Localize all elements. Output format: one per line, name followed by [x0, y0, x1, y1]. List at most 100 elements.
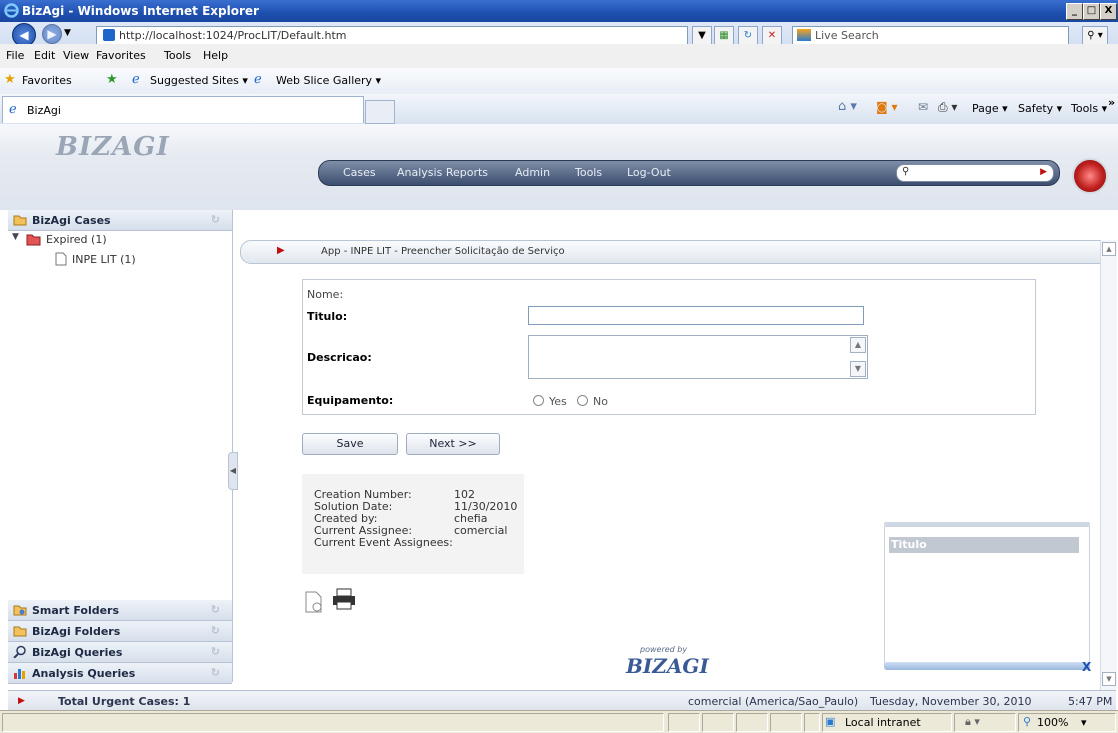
maximize-button[interactable]: □ [1083, 3, 1100, 20]
power-icon[interactable] [1072, 158, 1108, 194]
nome-label: Nome: [307, 288, 344, 301]
menu-file[interactable]: File [6, 49, 24, 62]
add-favorite-icon[interactable]: ★ [106, 72, 118, 87]
ie-icon: ℯ [132, 72, 140, 87]
menu-tools[interactable]: Tools [164, 49, 191, 62]
bizagi-queries-header[interactable]: BizAgi Queries ↻ [8, 642, 232, 663]
menu-favorites[interactable]: Favorites [96, 49, 146, 62]
feeds-icon[interactable]: ◙ ▾ [876, 100, 897, 114]
search-go-icon[interactable]: ▶ [1040, 167, 1047, 177]
close-button[interactable]: X [1100, 3, 1117, 20]
live-search-input[interactable]: Live Search [792, 26, 1069, 46]
menu-bar: File Edit View Favorites Tools Help [0, 44, 1118, 69]
view-document-icon[interactable] [304, 590, 324, 614]
menu-admin[interactable]: Admin [515, 166, 550, 179]
refresh-icon[interactable]: ↻ [211, 624, 220, 637]
menu-analysis-reports[interactable]: Analysis Reports [397, 166, 488, 179]
home-icon[interactable]: ⌂ ▾ [838, 99, 857, 114]
intranet-icon: ▣ [825, 715, 836, 728]
address-dropdown-icon[interactable]: ▼ [692, 26, 712, 46]
web-slice-gallery-link[interactable]: Web Slice Gallery ▾ [276, 74, 381, 87]
refresh-icon[interactable]: ↻ [211, 603, 220, 616]
refresh-icon[interactable]: ↻ [211, 666, 220, 679]
refresh-icon[interactable]: ↻ [738, 26, 758, 46]
smart-folder-icon [13, 605, 27, 616]
zone-label: Local intranet [845, 716, 921, 729]
safety-menu[interactable]: Safety ▾ [1018, 102, 1062, 115]
search-icon: ⚲ [902, 166, 910, 177]
favorites-button[interactable]: Favorites [22, 74, 72, 87]
ie-logo-icon [4, 3, 19, 18]
favorites-star-icon: ★ [4, 72, 16, 87]
menu-edit[interactable]: Edit [34, 49, 55, 62]
page-icon [103, 29, 115, 41]
protected-mode-cell[interactable]: 🔒︎ ▾ [954, 713, 1016, 732]
save-button[interactable]: Save [302, 433, 398, 455]
printer-icon[interactable] [332, 588, 356, 610]
scroll-up-icon[interactable]: ▲ [1102, 242, 1116, 256]
zone-cell[interactable]: ▣ Local intranet [822, 713, 952, 732]
breadcrumb-arrow-icon: ▶ [277, 245, 285, 256]
history-dropdown-icon[interactable]: ▼ [64, 28, 71, 38]
smart-folders-header[interactable]: Smart Folders ↻ [8, 600, 232, 621]
mail-icon[interactable]: ✉ [918, 100, 928, 114]
powered-by-text: powered by [640, 645, 688, 654]
breadcrumb: ▶ App - INPE LIT - Preencher Solicitação… [240, 240, 1114, 264]
minimize-button[interactable]: _ [1066, 3, 1083, 20]
scroll-up-icon[interactable]: ▲ [850, 337, 866, 353]
content-scrollbar[interactable]: ▲ ▼ [1100, 240, 1117, 690]
bizagi-search-input[interactable]: ⚲ ▶ [896, 164, 1054, 182]
menu-cases[interactable]: Cases [343, 166, 376, 179]
compatibility-icon[interactable]: ▦ [714, 26, 734, 46]
analysis-queries-header[interactable]: Analysis Queries ↻ [8, 663, 232, 684]
bar-chart-icon [14, 669, 25, 679]
collapse-panel-handle[interactable]: ◀ [228, 452, 238, 490]
search-button[interactable]: ⚲ ▾ [1082, 26, 1108, 46]
menu-log-out[interactable]: Log-Out [627, 166, 671, 179]
titulo-input[interactable] [528, 306, 864, 325]
bizagi-logo: BIZAGI [56, 132, 170, 162]
total-urgent-cases[interactable]: Total Urgent Cases: 1 [58, 695, 190, 708]
case-info-panel: Creation Number: 102 Solution Date: 11/3… [302, 474, 524, 574]
scroll-down-icon[interactable]: ▼ [1102, 672, 1116, 686]
zoom-cell[interactable]: ⚲ 100% ▾ [1018, 713, 1116, 732]
print-icon[interactable]: ⎙ ▾ [938, 100, 957, 115]
titulo-label: Titulo: [307, 310, 348, 323]
current-event-assignees-label: Current Event Assignees: [314, 536, 453, 549]
page-menu[interactable]: Page ▾ [972, 102, 1008, 115]
refresh-icon[interactable]: ↻ [211, 213, 220, 226]
scroll-down-icon[interactable]: ▼ [850, 361, 866, 377]
menu-help[interactable]: Help [203, 49, 228, 62]
widget-header: Titulo [889, 537, 1079, 553]
new-tab-button[interactable] [365, 100, 395, 124]
status-cell [668, 713, 700, 732]
bizagi-folders-header[interactable]: BizAgi Folders ↻ [8, 621, 232, 642]
suggested-sites-link[interactable]: Suggested Sites ▾ [150, 74, 248, 87]
zoom-dropdown-icon[interactable]: ▾ [1081, 716, 1087, 729]
tab-bizagi[interactable]: ℯ BizAgi [2, 96, 364, 123]
descricao-textarea[interactable]: ▲ ▼ [528, 335, 868, 379]
window-title-bar: BizAgi - Windows Internet Explorer _ □ X [0, 0, 1118, 22]
menu-tools-bizagi[interactable]: Tools [575, 166, 602, 179]
forward-arrow-icon[interactable]: ▶ [42, 24, 62, 44]
stop-icon[interactable]: ✕ [762, 26, 782, 46]
descricao-label: Descricao: [307, 351, 372, 364]
tree-item-expired[interactable]: Expired (1) [46, 233, 107, 246]
equipamento-yes-radio[interactable] [533, 395, 544, 406]
tools-menu[interactable]: Tools ▾ [1071, 102, 1107, 115]
address-input[interactable]: http://localhost:1024/ProcLIT/Default.ht… [96, 26, 688, 46]
equipamento-no-radio[interactable] [577, 395, 588, 406]
widget-close-button[interactable]: X [1082, 660, 1091, 674]
ie-tab-icon: ℯ [9, 102, 17, 117]
tree-item-inpe-lit[interactable]: INPE LIT (1) [72, 253, 136, 266]
bizagi-header: BIZAGI Cases Analysis Reports Admin Tool… [0, 124, 1118, 210]
more-commands-button[interactable]: » [1108, 96, 1115, 109]
next-button[interactable]: Next >> [406, 433, 500, 455]
refresh-icon[interactable]: ↻ [211, 645, 220, 658]
menu-view[interactable]: View [63, 49, 89, 62]
form-panel: Nome: Titulo: Descricao: ▲ ▼ Equipamento… [302, 279, 1036, 415]
expand-arrow-icon[interactable]: ▼ [12, 232, 19, 242]
urgent-arrow-icon: ▶ [18, 696, 25, 706]
no-label: No [593, 395, 608, 408]
bizagi-cases-header[interactable]: BizAgi Cases ↻ [8, 210, 232, 231]
